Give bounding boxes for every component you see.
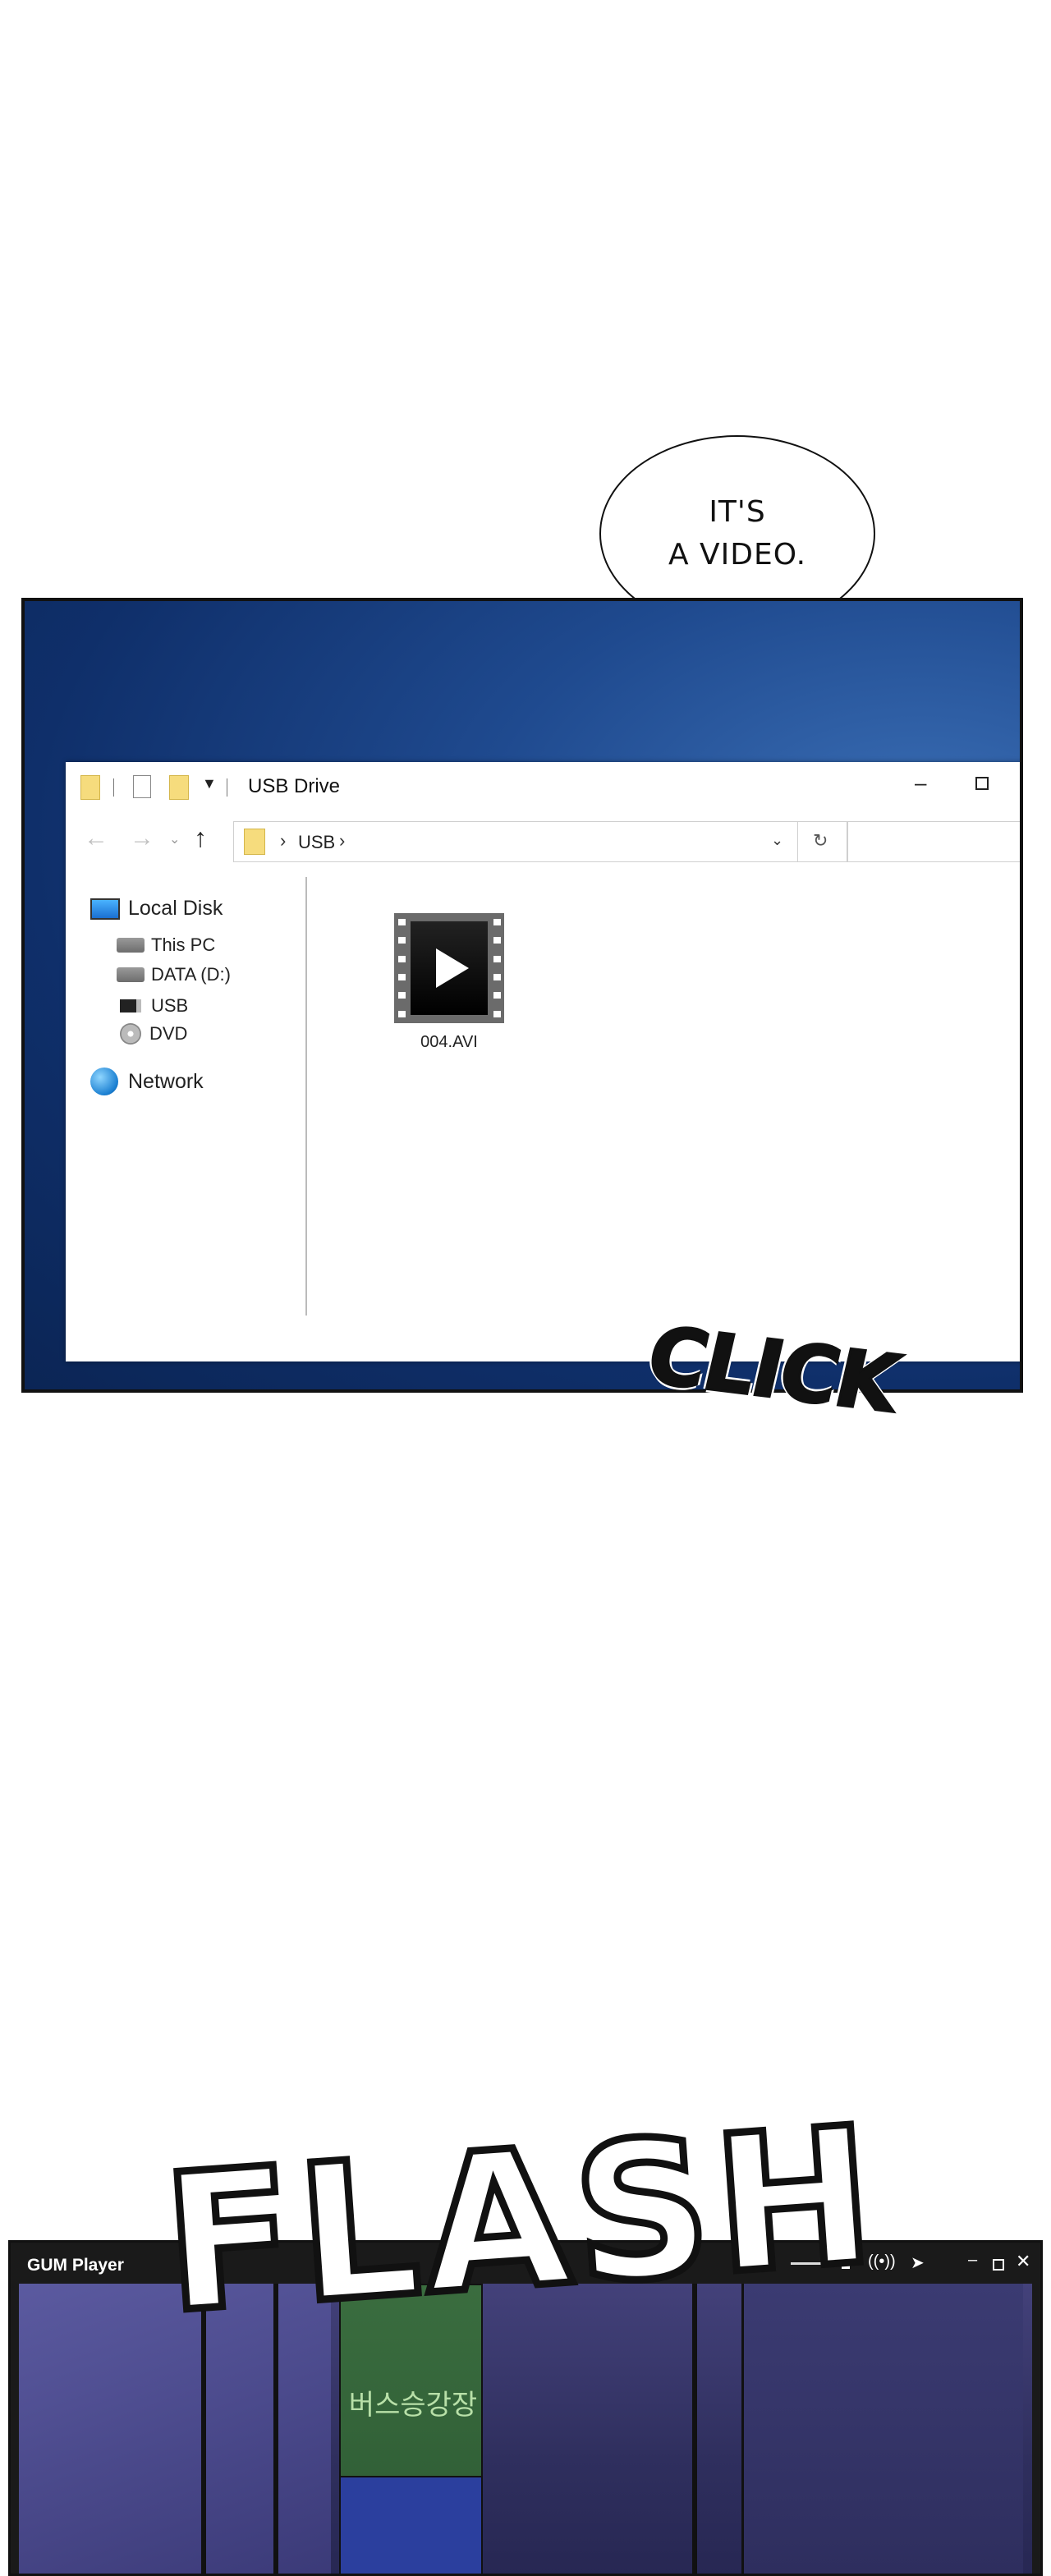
title-bar: ▼ USB Drive –	[66, 762, 1020, 811]
folder-icon[interactable]	[80, 775, 100, 800]
separator	[113, 778, 114, 797]
nav-item-label: DVD	[149, 1023, 188, 1044]
computer-icon	[90, 898, 120, 920]
video-file-icon[interactable]	[394, 913, 504, 1023]
nav-item-usb[interactable]: USB	[120, 995, 188, 1017]
sfx-flash: FLASH	[154, 2082, 888, 2358]
recent-locations-icon[interactable]: ⌄	[169, 831, 180, 847]
film-strip-left	[394, 913, 409, 1023]
bubble-line-1: IT'S	[709, 495, 766, 529]
file-name[interactable]: 004.AVI	[394, 1033, 504, 1052]
folder-icon	[244, 829, 265, 855]
pane-divider[interactable]	[305, 877, 307, 1316]
nav-item-this-pc[interactable]: This PC	[117, 934, 215, 956]
minimize-icon[interactable]: –	[968, 2251, 977, 2270]
nav-item-label: Network	[128, 1069, 204, 1093]
network-icon	[90, 1068, 118, 1095]
back-arrow-icon[interactable]: ←	[84, 824, 108, 852]
bubble-line-2: A VIDEO.	[668, 538, 807, 572]
play-icon	[436, 948, 469, 988]
chevron-right-icon: ›	[280, 830, 287, 851]
nav-item-label: USB	[151, 995, 189, 1016]
up-arrow-icon[interactable]: ↑	[194, 823, 207, 853]
nav-item-data-d[interactable]: DATA (D:)	[117, 964, 231, 985]
nav-item-dvd[interactable]: DVD	[120, 1023, 187, 1045]
desktop-panel: ▼ USB Drive – ← → ⌄ ↑ › USB › ⌄ ↻ Local …	[21, 598, 1023, 1393]
sign-panel	[341, 2476, 481, 2574]
address-path-usb[interactable]: USB	[298, 832, 335, 853]
dvd-icon	[120, 1023, 141, 1045]
chevron-down-icon[interactable]: ⌄	[771, 832, 783, 849]
drive-icon	[117, 938, 145, 953]
drive-icon	[117, 967, 145, 982]
usb-drive-icon	[120, 999, 141, 1012]
maximize-icon[interactable]	[993, 2259, 1004, 2271]
video-scene-door	[741, 2284, 1023, 2574]
quick-access-dropdown-icon[interactable]: ▼	[202, 775, 217, 792]
nav-item-network[interactable]: Network	[90, 1068, 204, 1095]
maximize-icon[interactable]	[975, 777, 989, 790]
video-scene-pillar	[692, 2284, 697, 2574]
minimize-icon[interactable]: –	[915, 770, 926, 796]
nav-item-local-disk[interactable]: Local Disk	[90, 897, 223, 921]
close-icon[interactable]: ✕	[1016, 2251, 1030, 2272]
sign-text: 버스승강장	[348, 2389, 478, 2422]
video-preview	[411, 921, 488, 1015]
film-strip-right	[489, 913, 504, 1023]
output-icon[interactable]: ➤	[911, 2252, 925, 2273]
forward-arrow-icon[interactable]: →	[130, 824, 154, 852]
chevron-right-icon: ›	[339, 830, 346, 851]
search-input[interactable]	[847, 821, 1020, 862]
nav-item-label: This PC	[151, 934, 216, 955]
nav-item-label: DATA (D:)	[151, 964, 231, 985]
nav-item-label: Local Disk	[128, 897, 223, 920]
refresh-icon: ↻	[813, 830, 828, 851]
new-folder-icon[interactable]	[169, 775, 189, 800]
explorer-window: ▼ USB Drive – ← → ⌄ ↑ › USB › ⌄ ↻ Local …	[66, 762, 1020, 1361]
address-bar[interactable]: › USB › ⌄	[233, 821, 798, 862]
navigation-bar: ← → ⌄ ↑ › USB › ⌄ ↻	[66, 818, 1020, 867]
window-title: USB Drive	[248, 775, 341, 797]
properties-icon[interactable]	[133, 775, 151, 798]
refresh-button[interactable]: ↻	[798, 821, 847, 862]
player-title: GUM Player	[27, 2256, 124, 2275]
